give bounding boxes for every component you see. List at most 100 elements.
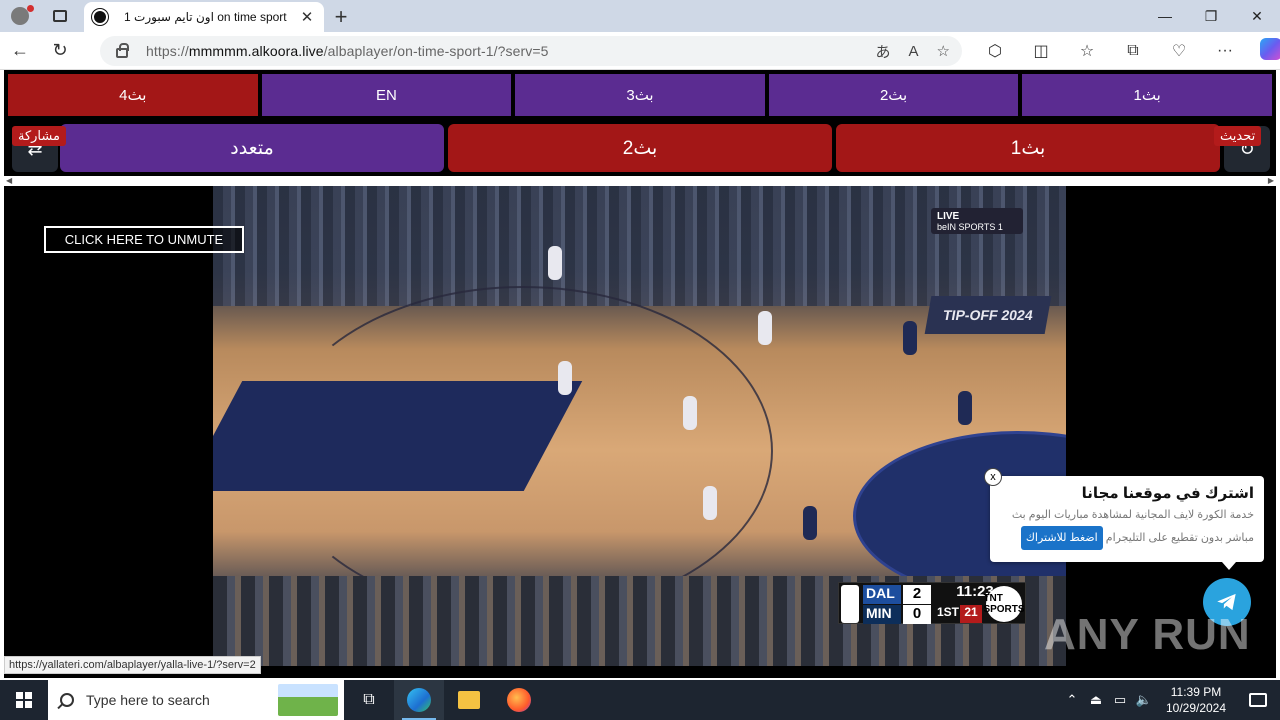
server2-big-button[interactable]: بث2 <box>448 124 832 172</box>
network-logo: TNT SPORTS <box>983 586 1025 622</box>
start-button[interactable] <box>0 680 48 720</box>
quarter: 1ST <box>937 605 960 619</box>
scorebug: DAL 2 MIN 0 11:23 1ST 21 TNT SPORTS <box>838 582 1026 624</box>
multi-server-button[interactable]: متعدد <box>60 124 444 172</box>
favorite-star-icon[interactable]: ☆ <box>937 42 950 60</box>
refresh-label[interactable]: تحديث <box>1214 126 1262 146</box>
subscribe-popup: x اشترك في موقعنا مجانا خدمة الكورة لايف… <box>984 468 1264 562</box>
collections-icon[interactable]: ⧉ <box>1110 42 1156 60</box>
network-icon[interactable]: ▭ <box>1108 692 1132 708</box>
extensions-icon[interactable]: ⬡ <box>972 41 1018 61</box>
server-button-2[interactable]: بث2 <box>768 74 1019 116</box>
read-aloud-icon[interactable]: A <box>909 43 919 60</box>
favorites-icon[interactable]: ☆ <box>1064 41 1110 61</box>
firefox-icon <box>507 688 531 712</box>
folder-icon <box>458 691 480 709</box>
video-player[interactable]: TIP-OFF 2024 LIVE beIN SPORTS 1 DAL 2 MI… <box>4 186 1276 666</box>
url-host: mmmmm.alkoora.live <box>188 43 324 59</box>
address-toolbar: ← ↻ https://mmmmm.alkoora.live/albaplaye… <box>0 32 1280 70</box>
lock-icon[interactable] <box>116 43 129 58</box>
live-label: LIVE <box>937 211 960 222</box>
unmute-button[interactable]: CLICK HERE TO UNMUTE <box>44 226 244 253</box>
browser-essentials-icon[interactable]: ♡ <box>1156 41 1202 61</box>
search-highlight-image <box>278 684 338 716</box>
search-placeholder: Type here to search <box>86 692 210 708</box>
player-frame: بث4 EN بث3 بث2 بث1 ⇄ متعدد بث2 بث1 ↻ مشا… <box>4 70 1276 678</box>
copilot-icon <box>1260 37 1280 60</box>
more-menu-icon[interactable]: ··· <box>1202 42 1248 60</box>
chevron-up-icon[interactable]: ⌃ <box>1060 692 1084 708</box>
popup-text-line2-wrap: مباشر بدون تقطيع على التليجرام اضغط للاش… <box>1000 526 1254 550</box>
task-view-button[interactable]: ⧉ <box>344 680 394 720</box>
player-figure <box>958 391 972 425</box>
explorer-taskbar-button[interactable] <box>444 680 494 720</box>
player-figure <box>683 396 697 430</box>
restore-button[interactable]: ❐ <box>1188 0 1234 32</box>
address-bar[interactable]: https://mmmmm.alkoora.live/albaplayer/on… <box>100 36 962 66</box>
usb-icon[interactable]: ⏏ <box>1084 692 1108 708</box>
close-tab-icon[interactable]: ✕ <box>298 8 316 26</box>
edge-taskbar-button[interactable] <box>394 680 444 720</box>
clock-date: 10/29/2024 <box>1165 701 1227 715</box>
url-text: https://mmmmm.alkoora.live/albaplayer/on… <box>146 43 549 59</box>
copilot-button[interactable] <box>1248 37 1280 65</box>
popup-tail <box>1222 562 1236 570</box>
server-button-4[interactable]: بث4 <box>8 74 258 116</box>
url-path: /albaplayer/on-time-sport-1/?serv=5 <box>323 43 549 59</box>
server-buttons-row2: ⇄ متعدد بث2 بث1 ↻ <box>8 122 1272 172</box>
player-figure <box>548 246 562 280</box>
windows-logo-icon <box>16 692 32 708</box>
new-tab-button[interactable]: + <box>330 4 352 30</box>
profile-button[interactable] <box>0 0 40 32</box>
refresh-button[interactable]: ↻ <box>40 32 80 70</box>
browser-tab-strip: اون تايم سبورت 1 on time sport ✕ + — ❐ ✕ <box>0 0 1280 32</box>
player-figure <box>703 486 717 520</box>
tab-actions-icon <box>53 10 67 22</box>
home-score: 2 <box>903 585 931 604</box>
translate-icon[interactable]: あ <box>876 41 891 62</box>
shot-clock: 21 <box>960 605 982 623</box>
popup-title: اشترك في موقعنا مجانا <box>1081 485 1254 502</box>
close-window-button[interactable]: ✕ <box>1234 0 1280 32</box>
url-prefix: https:// <box>146 43 189 59</box>
back-button[interactable]: ← <box>0 32 40 70</box>
status-bar-url: https://yallateri.com/albaplayer/yalla-l… <box>4 656 261 674</box>
channel-logo: LIVE beIN SPORTS 1 <box>931 208 1023 234</box>
video-frame[interactable]: TIP-OFF 2024 LIVE beIN SPORTS 1 DAL 2 MI… <box>213 186 1066 666</box>
clock-time: 11:39 PM <box>1170 685 1222 699</box>
player-figure <box>558 361 572 395</box>
volume-icon[interactable]: 🔈 <box>1132 692 1156 708</box>
crowd-top <box>213 186 1066 306</box>
notification-dot <box>27 5 34 12</box>
subscribe-button[interactable]: اضغط للاشتراك <box>1020 526 1103 550</box>
minimize-button[interactable]: — <box>1142 0 1188 32</box>
browser-tab-active[interactable]: اون تايم سبورت 1 on time sport ✕ <box>84 2 324 32</box>
address-bar-icons: あ A ☆ <box>876 36 950 66</box>
away-team: MIN <box>863 605 901 624</box>
server1-big-button[interactable]: بث1 <box>836 124 1220 172</box>
court-banner: TIP-OFF 2024 <box>924 296 1052 334</box>
split-screen-icon[interactable]: ◫ <box>1018 41 1064 61</box>
player-figure <box>758 311 772 345</box>
tab-actions-button[interactable] <box>40 0 80 32</box>
notifications-button[interactable] <box>1236 693 1280 707</box>
server-buttons-row1: بث4 EN بث3 بث2 بث1 <box>8 74 1272 116</box>
popup-close-button[interactable]: x <box>984 468 1002 486</box>
server-button-1[interactable]: بث1 <box>1022 74 1272 116</box>
edge-icon <box>407 688 431 712</box>
popup-text-line1: خدمة الكورة لايف المجانية لمشاهدة مباريا… <box>1011 509 1254 521</box>
page-content: بث4 EN بث3 بث2 بث1 ⇄ متعدد بث2 بث1 ↻ مشا… <box>0 70 1280 680</box>
firefox-taskbar-button[interactable] <box>494 680 544 720</box>
popup-text: خدمة الكورة لايف المجانية لمشاهدة مباريا… <box>1000 504 1254 550</box>
tray-clock[interactable]: 11:39 PM 10/29/2024 <box>1156 684 1236 716</box>
scroll-left-icon[interactable]: ◀ <box>6 176 12 185</box>
soccer-ball-icon <box>92 9 108 25</box>
share-label[interactable]: مشاركة <box>12 126 66 146</box>
server-button-en[interactable]: EN <box>261 74 512 116</box>
server-button-3[interactable]: بث3 <box>515 74 765 116</box>
three-point-arc <box>273 286 773 616</box>
scroll-right-icon[interactable]: ▶ <box>1268 176 1274 185</box>
horizontal-scrollbar[interactable]: ◀ ▶ <box>4 176 1276 186</box>
taskbar-search[interactable]: Type here to search <box>48 680 344 720</box>
player-figure <box>803 506 817 540</box>
